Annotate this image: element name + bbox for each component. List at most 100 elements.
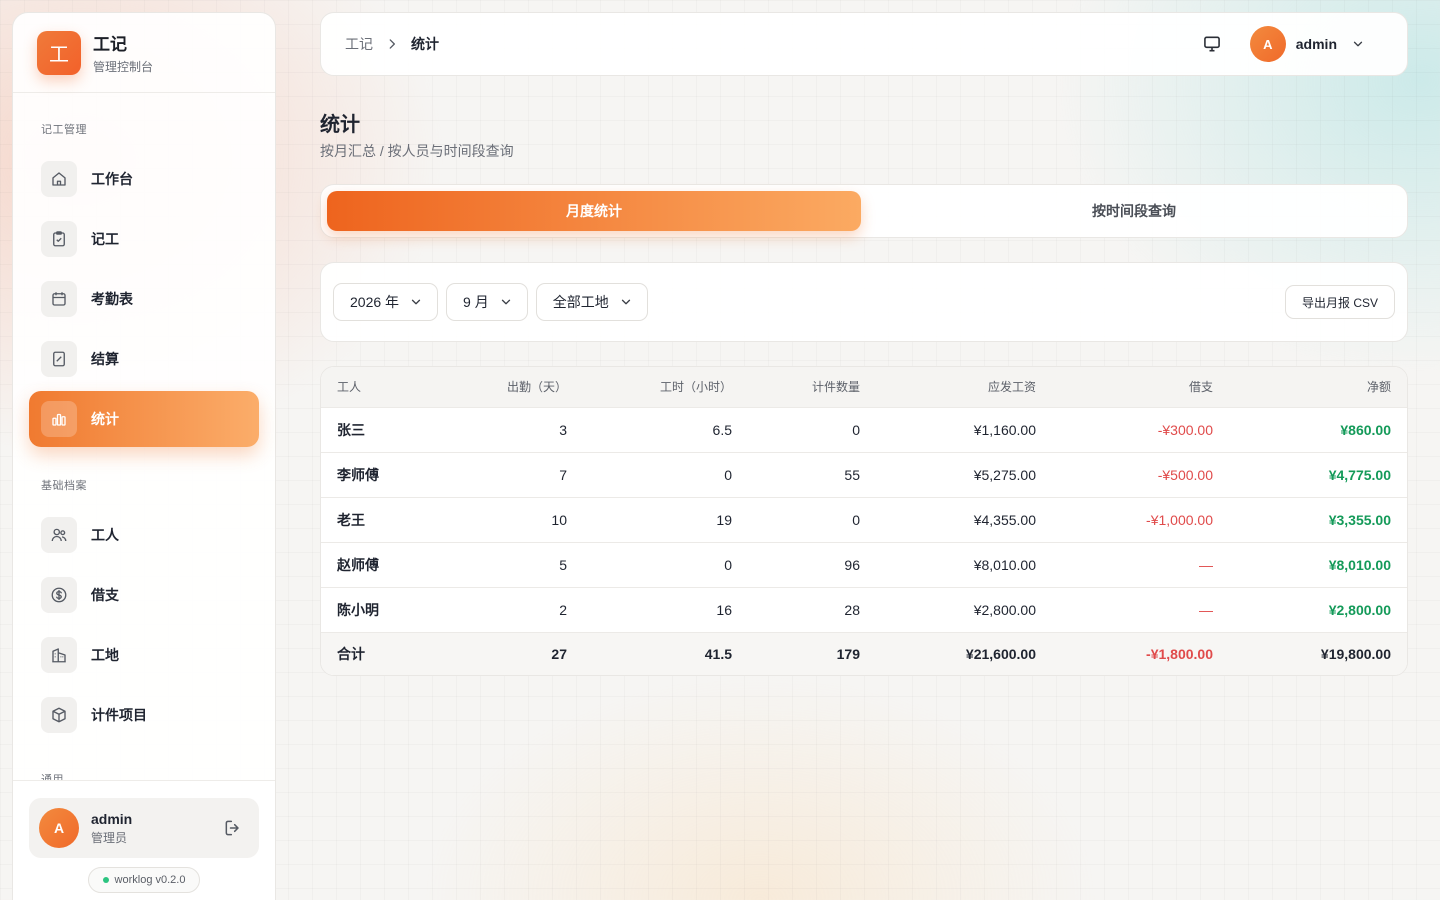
cell-advance: -¥300.00 (1157, 421, 1213, 438)
dollar-circle-icon (41, 577, 77, 613)
cell-hours: 16 (716, 601, 732, 618)
calendar-icon (41, 281, 77, 317)
sidebar-item-sites[interactable]: 工地 (29, 627, 259, 683)
cell-pieces: 0 (852, 511, 860, 528)
cell-days: 2 (559, 601, 567, 618)
cell-wage: ¥2,800.00 (973, 601, 1036, 618)
brand: 工 工记 管理控制台 (13, 13, 275, 93)
cell-days: 10 (551, 511, 567, 528)
cell-total-pieces: 179 (836, 646, 860, 663)
table-row: 陈小明 2 16 28 ¥2,800.00 — ¥2,800.00 (321, 587, 1407, 632)
cell-worker: 赵师傅 (337, 556, 379, 573)
avatar[interactable]: A (1249, 26, 1286, 62)
sidebar-item-label: 记工 (91, 231, 119, 247)
brand-subtitle: 管理控制台 (93, 60, 154, 74)
sidebar-item-attendance[interactable]: 考勤表 (29, 271, 259, 327)
month-value: 9 月 (463, 294, 489, 310)
brand-title: 工记 (93, 35, 127, 54)
sidebar-item-label: 结算 (91, 351, 119, 367)
avatar: A (39, 808, 79, 848)
topbar-username[interactable]: admin (1296, 36, 1337, 52)
cell-net: ¥2,800.00 (1328, 601, 1391, 618)
cell-total-days: 27 (551, 646, 567, 663)
cell-hours: 6.5 (712, 421, 732, 438)
cell-days: 5 (559, 556, 567, 573)
cell-worker: 陈小明 (337, 601, 379, 618)
page-title: 统计 (320, 114, 360, 136)
cell-net: ¥8,010.00 (1328, 556, 1391, 573)
sidebar-footer: A admin 管理员 worklog v0.2.0 (13, 780, 275, 900)
cell-pieces: 28 (844, 601, 860, 618)
site-select[interactable]: 全部工地 (535, 283, 648, 321)
monitor-icon[interactable] (1202, 34, 1222, 54)
cell-total-advance: -¥1,800.00 (1146, 646, 1213, 663)
bar-chart-icon (41, 401, 77, 437)
sidebar-item-workers[interactable]: 工人 (29, 507, 259, 563)
home-icon (41, 161, 77, 197)
cell-advance: — (1199, 556, 1213, 573)
breadcrumb-root[interactable]: 工记 (345, 34, 373, 54)
sidebar-item-label: 统计 (91, 411, 119, 427)
topbar-actions: A admin (1202, 26, 1383, 62)
statistics-table: 工人 出勤（天） 工时（小时） 计件数量 应发工资 借支 净额 张三 3 6.5… (320, 366, 1408, 676)
export-csv-button[interactable]: 导出月报 CSV (1284, 285, 1395, 319)
sidebar-item-label: 计件项目 (91, 707, 147, 723)
table-header-row: 工人 出勤（天） 工时（小时） 计件数量 应发工资 借支 净额 (321, 367, 1407, 407)
column-header: 净额 (1366, 380, 1391, 395)
cell-total-hours: 41.5 (704, 646, 732, 663)
year-value: 2026 年 (350, 294, 400, 310)
sidebar: 工 工记 管理控制台 记工管理 工作台 记工 考勤表 结算 统计 基础档案 工人… (12, 12, 276, 900)
sidebar-item-piecework[interactable]: 计件项目 (29, 687, 259, 743)
cell-wage: ¥1,160.00 (973, 421, 1036, 438)
cell-wage: ¥5,275.00 (973, 466, 1036, 483)
sidebar-item-label: 工人 (91, 527, 119, 543)
cell-hours: 0 (724, 466, 732, 483)
user-name: admin (91, 810, 133, 827)
cell-total-label: 合计 (337, 646, 365, 663)
sidebar-item-advance[interactable]: 借支 (29, 567, 259, 623)
building-icon (41, 637, 77, 673)
sidebar-item-statistics[interactable]: 统计 (29, 391, 259, 447)
tab-monthly[interactable]: 月度统计 (327, 191, 861, 231)
cell-worker: 老王 (337, 511, 365, 528)
cell-net: ¥3,355.00 (1328, 511, 1391, 528)
site-value: 全部工地 (552, 294, 609, 310)
cell-worker: 李师傅 (337, 466, 379, 483)
cell-pieces: 0 (852, 421, 860, 438)
topbar: 工记 统计 A admin (320, 12, 1408, 76)
chevron-down-icon (619, 295, 633, 309)
user-role: 管理员 (91, 830, 128, 845)
tab-period-query[interactable]: 按时间段查询 (867, 191, 1401, 231)
sidebar-item-label: 借支 (91, 587, 119, 603)
sidebar-item-label: 考勤表 (91, 291, 133, 307)
box-icon (41, 697, 77, 733)
nav-section-base: 基础档案 (41, 480, 87, 492)
chevron-down-icon[interactable] (1351, 37, 1365, 51)
nav-section-record: 记工管理 (41, 124, 87, 136)
cell-advance: -¥500.00 (1157, 466, 1213, 483)
breadcrumb-current: 统计 (411, 36, 439, 52)
sidebar-item-record[interactable]: 记工 (29, 211, 259, 267)
tab-bar: 月度统计 按时间段查询 (320, 184, 1408, 238)
cell-hours: 0 (724, 556, 732, 573)
sidebar-item-settlement[interactable]: 结算 (29, 331, 259, 387)
sidebar-item-label: 工作台 (91, 171, 133, 187)
cell-pieces: 55 (844, 466, 860, 483)
cell-total-wage: ¥21,600.00 (965, 646, 1036, 663)
column-header: 应发工资 (987, 380, 1036, 395)
cell-wage: ¥4,355.00 (973, 511, 1036, 528)
filter-bar: 2026 年 9 月 全部工地 导出月报 CSV (320, 262, 1408, 342)
column-header: 计件数量 (811, 380, 860, 395)
cell-net: ¥860.00 (1340, 421, 1391, 438)
year-select[interactable]: 2026 年 (333, 283, 439, 321)
logout-icon[interactable] (223, 818, 243, 838)
column-header: 工时（小时） (659, 380, 732, 395)
sidebar-item-label: 工地 (91, 647, 119, 663)
clipboard-check-icon (41, 221, 77, 257)
sidebar-item-dashboard[interactable]: 工作台 (29, 151, 259, 207)
chevron-down-icon (409, 295, 423, 309)
column-header: 借支 (1188, 380, 1213, 395)
month-select[interactable]: 9 月 (446, 283, 528, 321)
receipt-icon (41, 341, 77, 377)
chevron-right-icon (385, 37, 399, 51)
